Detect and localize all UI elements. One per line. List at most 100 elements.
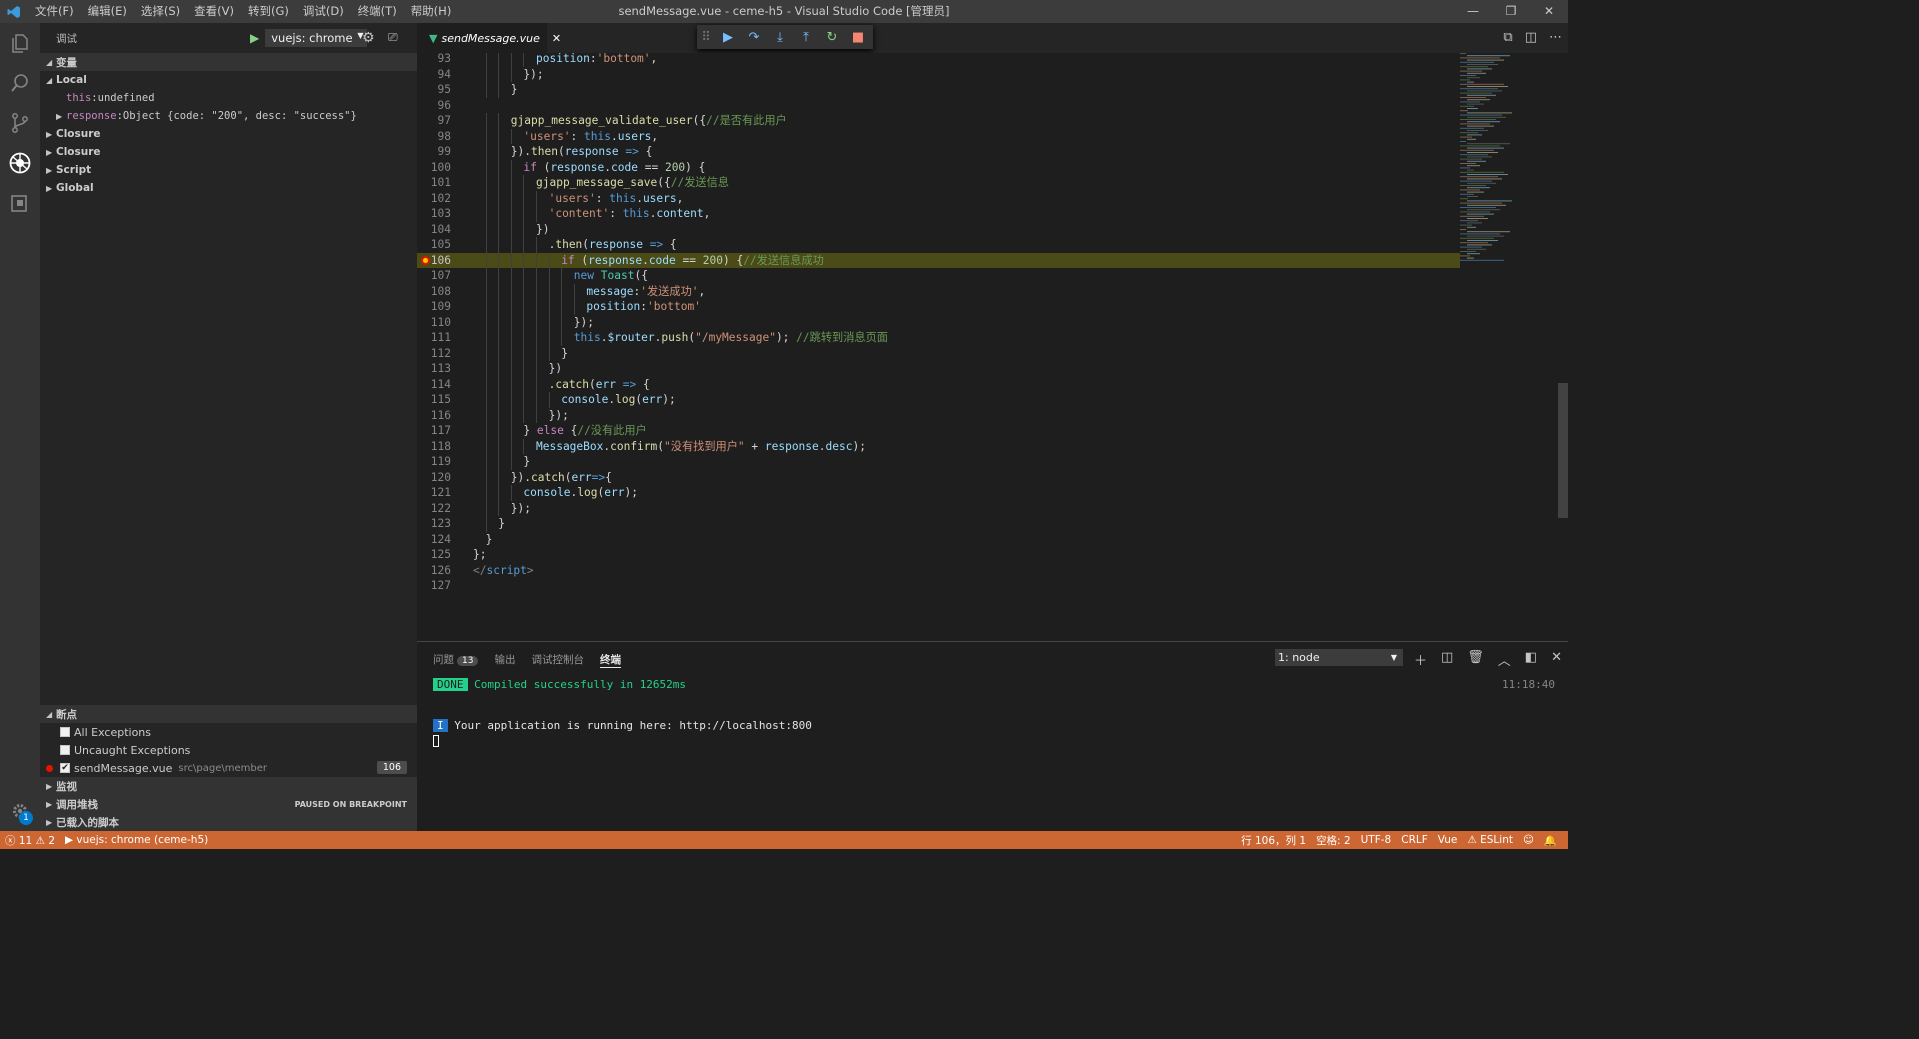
line-number[interactable]: 99	[417, 144, 451, 160]
code-line[interactable]: 99}).then(response => {	[417, 144, 1460, 160]
tab-output[interactable]: 输出	[494, 652, 515, 668]
step-over-icon[interactable]: ↷	[741, 30, 767, 45]
line-number[interactable]: 100	[417, 160, 451, 176]
line-number[interactable]: 107	[417, 268, 451, 284]
source-control-button[interactable]	[0, 103, 40, 143]
code-line[interactable]: 100 if (response.code == 200) {	[417, 159, 1460, 176]
stop-icon[interactable]: ■	[845, 30, 871, 45]
code-line[interactable]: 98 'users': this.users,	[417, 128, 1460, 144]
code-line[interactable]: 115 console.log(err);	[417, 392, 1460, 408]
scope-global[interactable]: ▶ Global	[40, 179, 417, 197]
line-number[interactable]: 94	[417, 67, 451, 83]
extensions-button[interactable]	[0, 183, 40, 223]
code-line[interactable]: 97 gjapp_message_validate_user({//是否有此用户	[417, 113, 1460, 129]
trash-icon[interactable]: 🗑	[1467, 650, 1484, 669]
code-line[interactable]: 112}	[417, 345, 1460, 362]
breakpoint-all-exceptions[interactable]: All Exceptions	[40, 723, 417, 741]
close-icon[interactable]: ✕	[552, 32, 561, 45]
editor-tab[interactable]: ▼ sendMessage.vue ✕	[417, 23, 561, 53]
code-line[interactable]: 96	[417, 98, 1460, 114]
code-line[interactable]: 127	[417, 578, 1460, 594]
checkbox[interactable]	[60, 727, 70, 737]
menu-help[interactable]: 帮助(H)	[404, 0, 459, 23]
menu-terminal[interactable]: 终端(T)	[351, 0, 404, 23]
line-number[interactable]: 95	[417, 82, 451, 98]
eslint-status[interactable]: ⚠ ESLint	[1462, 834, 1518, 846]
line-number[interactable]: 109	[417, 299, 451, 315]
code-line[interactable]: 104})	[417, 221, 1460, 238]
line-number[interactable]: 113	[417, 361, 451, 377]
code-line[interactable]: 109 position:'bottom'	[417, 299, 1460, 315]
code-line[interactable]: 106 if (response.code == 200) {//发送信息成功	[417, 252, 1460, 268]
debug-button[interactable]	[0, 143, 40, 183]
scope-local[interactable]: ◢ Local	[40, 71, 417, 89]
launch-config-select[interactable]: vuejs: chrome ▼	[265, 29, 367, 47]
variables-section-header[interactable]: ◢ 变量	[40, 53, 417, 71]
line-number[interactable]: 112	[417, 346, 451, 362]
code-line[interactable]: 117} else {//没有此用户	[417, 423, 1460, 439]
breakpoint-file[interactable]: ✔ sendMessage.vue src\page\member 106	[40, 759, 417, 777]
line-number[interactable]: 111	[417, 330, 451, 346]
code-line[interactable]: 110});	[417, 314, 1460, 331]
code-line[interactable]: 105 .then(response => {	[417, 237, 1460, 253]
line-number[interactable]: 126	[417, 563, 451, 579]
line-number[interactable]: 119	[417, 454, 451, 470]
code-line[interactable]: 113})	[417, 361, 1460, 377]
code-line[interactable]: 103 'content': this.content,	[417, 206, 1460, 222]
debug-target-status[interactable]: ▶ vuejs: chrome (ceme-h5)	[60, 834, 213, 846]
variable-row[interactable]: this: undefined	[40, 89, 417, 107]
menu-debug[interactable]: 调试(D)	[296, 0, 351, 23]
breakpoint-uncaught-exceptions[interactable]: Uncaught Exceptions	[40, 741, 417, 759]
line-number[interactable]: 125	[417, 547, 451, 563]
line-number[interactable]: 103	[417, 206, 451, 222]
scope-script[interactable]: ▶ Script	[40, 161, 417, 179]
problems-status[interactable]: ⓧ 11 ⚠ 2	[0, 833, 60, 848]
tab-terminal[interactable]: 终端	[599, 652, 621, 668]
checkbox[interactable]	[60, 745, 70, 755]
code-line[interactable]: 114 .catch(err => {	[417, 376, 1460, 392]
code-line[interactable]: 123}	[417, 516, 1460, 532]
code-line[interactable]: 116});	[417, 407, 1460, 423]
line-number[interactable]: 110	[417, 315, 451, 331]
indentation[interactable]: 空格: 2	[1311, 833, 1356, 848]
variable-row[interactable]: ▶ response: Object {code: "200", desc: "s…	[40, 107, 417, 125]
bell-icon[interactable]: 🔔	[1539, 834, 1562, 847]
line-ending[interactable]: CRLF	[1396, 834, 1433, 846]
split-editor-icon[interactable]: ◫	[1525, 30, 1537, 45]
scope-closure[interactable]: ▶ Closure	[40, 125, 417, 143]
terminal-select[interactable]: 1: node ▼	[1275, 649, 1403, 666]
close-icon[interactable]: ✕	[1551, 650, 1562, 669]
continue-icon[interactable]: ▶	[715, 30, 741, 45]
line-number[interactable]: 108	[417, 284, 451, 300]
code-line[interactable]: 95}	[417, 82, 1460, 98]
more-actions-icon[interactable]: ⋯	[1549, 30, 1562, 45]
line-number[interactable]: 102	[417, 191, 451, 207]
menu-selection[interactable]: 选择(S)	[134, 0, 187, 23]
line-number[interactable]: 120	[417, 470, 451, 486]
line-number[interactable]: 96	[417, 98, 451, 114]
manage-button[interactable]: 1	[0, 797, 40, 825]
line-number[interactable]: 123	[417, 516, 451, 532]
code-line[interactable]: 107 new Toast({	[417, 268, 1460, 284]
code-line[interactable]: 119}	[417, 454, 1460, 470]
code-line[interactable]: 124}	[417, 532, 1460, 548]
code-line[interactable]: 102 'users': this.users,	[417, 190, 1460, 207]
line-number[interactable]: 122	[417, 501, 451, 517]
feedback-icon[interactable]: ☺	[1518, 834, 1539, 846]
menu-edit[interactable]: 编辑(E)	[81, 0, 134, 23]
code-line[interactable]: 94});	[417, 66, 1460, 83]
step-out-icon[interactable]: ⤒	[793, 30, 819, 45]
restore-button[interactable]: ❐	[1492, 0, 1530, 23]
callstack-section-header[interactable]: ▶ 调用堆栈 PAUSED ON BREAKPOINT	[40, 795, 417, 813]
line-number[interactable]: 101	[417, 175, 451, 191]
line-number[interactable]: 104	[417, 222, 451, 238]
code-line[interactable]: 111 this.$router.push("/myMessage"); //跳转…	[417, 330, 1460, 346]
close-window-button[interactable]: ✕	[1530, 0, 1568, 23]
split-terminal-icon[interactable]: ◫	[1441, 650, 1453, 669]
code-line[interactable]: 101 gjapp_message_save({//发送信息	[417, 175, 1460, 191]
minimize-button[interactable]: —	[1454, 0, 1492, 23]
tab-debug-console[interactable]: 调试控制台	[531, 652, 584, 668]
start-debugging-icon[interactable]: ▶	[250, 31, 259, 45]
line-number[interactable]: 117	[417, 423, 451, 439]
line-number[interactable]: 97	[417, 113, 451, 129]
